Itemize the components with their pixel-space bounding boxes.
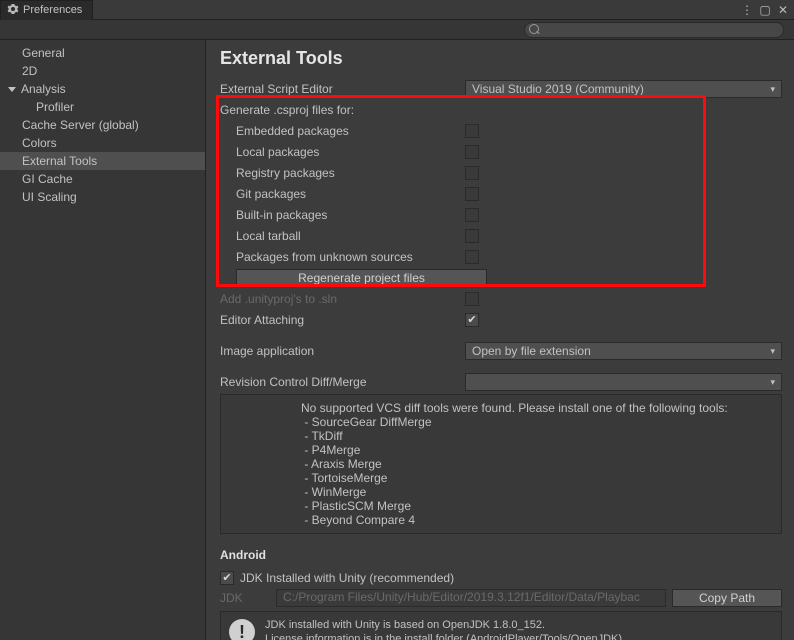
sidebar-item-gi-cache[interactable]: GI Cache (0, 170, 205, 188)
vcs-tool: - TkDiff (301, 429, 781, 443)
jdk-info-line2: License information is in the install fo… (265, 632, 625, 640)
csproj-checkbox-builtin[interactable] (465, 208, 479, 222)
sidebar-item-2d[interactable]: 2D (0, 62, 205, 80)
menu-icon[interactable]: ⋮ (740, 3, 754, 17)
csproj-item: Registry packages (220, 166, 465, 180)
gear-icon (7, 3, 19, 18)
sidebar-item-external-tools[interactable]: External Tools (0, 152, 205, 170)
close-icon[interactable]: ✕ (776, 3, 790, 17)
vcs-info-panel: No supported VCS diff tools were found. … (220, 394, 782, 534)
unityproj-label: Add .unityproj's to .sln (220, 292, 465, 306)
jdk-path-field: C:/Program Files/Unity/Hub/Editor/2019.3… (276, 589, 666, 607)
sidebar-item-cache-server[interactable]: Cache Server (global) (0, 116, 205, 134)
image-app-label: Image application (220, 344, 465, 358)
vcs-tool: - WinMerge (301, 485, 781, 499)
attaching-checkbox[interactable] (465, 313, 479, 327)
vcs-tool: - PlasticSCM Merge (301, 499, 781, 513)
csproj-item: Packages from unknown sources (220, 250, 465, 264)
sidebar-item-analysis[interactable]: Analysis (0, 80, 205, 98)
jdk-info-line1: JDK installed with Unity is based on Ope… (265, 618, 625, 632)
csproj-checkbox-local[interactable] (465, 145, 479, 159)
csproj-item: Built-in packages (220, 208, 465, 222)
script-editor-dropdown[interactable]: Visual Studio 2019 (Community) (465, 80, 782, 98)
attaching-label: Editor Attaching (220, 313, 465, 327)
jdk-info-panel: ! JDK installed with Unity is based on O… (220, 611, 782, 640)
foldout-icon (8, 87, 16, 92)
sidebar-item-colors[interactable]: Colors (0, 134, 205, 152)
image-app-dropdown[interactable]: Open by file extension (465, 342, 782, 360)
sidebar: General 2D Analysis Profiler Cache Serve… (0, 40, 206, 640)
jdk-label: JDK (220, 591, 270, 605)
sidebar-item-general[interactable]: General (0, 44, 205, 62)
window-title: Preferences (23, 4, 82, 16)
regenerate-button[interactable]: Regenerate project files (236, 269, 487, 287)
vcs-tool: - P4Merge (301, 443, 781, 457)
info-icon: ! (229, 619, 255, 640)
vcs-tool: - TortoiseMerge (301, 471, 781, 485)
jdk-checkbox-label: JDK Installed with Unity (recommended) (240, 571, 454, 585)
csproj-checkbox-tarball[interactable] (465, 229, 479, 243)
sidebar-item-profiler[interactable]: Profiler (0, 98, 205, 116)
revision-dropdown[interactable] (465, 373, 782, 391)
csproj-item: Embedded packages (220, 124, 465, 138)
csproj-item: Local tarball (220, 229, 465, 243)
csproj-checkbox-unknown[interactable] (465, 250, 479, 264)
revision-label: Revision Control Diff/Merge (220, 375, 465, 389)
csproj-checkbox-embedded[interactable] (465, 124, 479, 138)
csproj-checkbox-git[interactable] (465, 187, 479, 201)
search-wrap (524, 22, 784, 38)
dock-icon[interactable]: ▢ (758, 3, 772, 17)
window-tab[interactable]: Preferences (0, 0, 93, 20)
vcs-message: No supported VCS diff tools were found. … (301, 401, 781, 415)
vcs-tool: - Beyond Compare 4 (301, 513, 781, 527)
page-title: External Tools (220, 48, 782, 69)
android-heading: Android (220, 548, 782, 562)
sidebar-item-ui-scaling[interactable]: UI Scaling (0, 188, 205, 206)
csproj-checkbox-registry[interactable] (465, 166, 479, 180)
csproj-item: Local packages (220, 145, 465, 159)
script-editor-label: External Script Editor (220, 82, 465, 96)
content: External Tools External Script Editor Vi… (206, 40, 794, 640)
copy-path-button[interactable]: Copy Path (672, 589, 782, 607)
vcs-tool: - Araxis Merge (301, 457, 781, 471)
csproj-item: Git packages (220, 187, 465, 201)
vcs-tool: - SourceGear DiffMerge (301, 415, 781, 429)
unityproj-checkbox (465, 292, 479, 306)
search-input[interactable] (524, 22, 784, 38)
jdk-checkbox[interactable] (220, 571, 234, 585)
csproj-header: Generate .csproj files for: (220, 103, 465, 117)
